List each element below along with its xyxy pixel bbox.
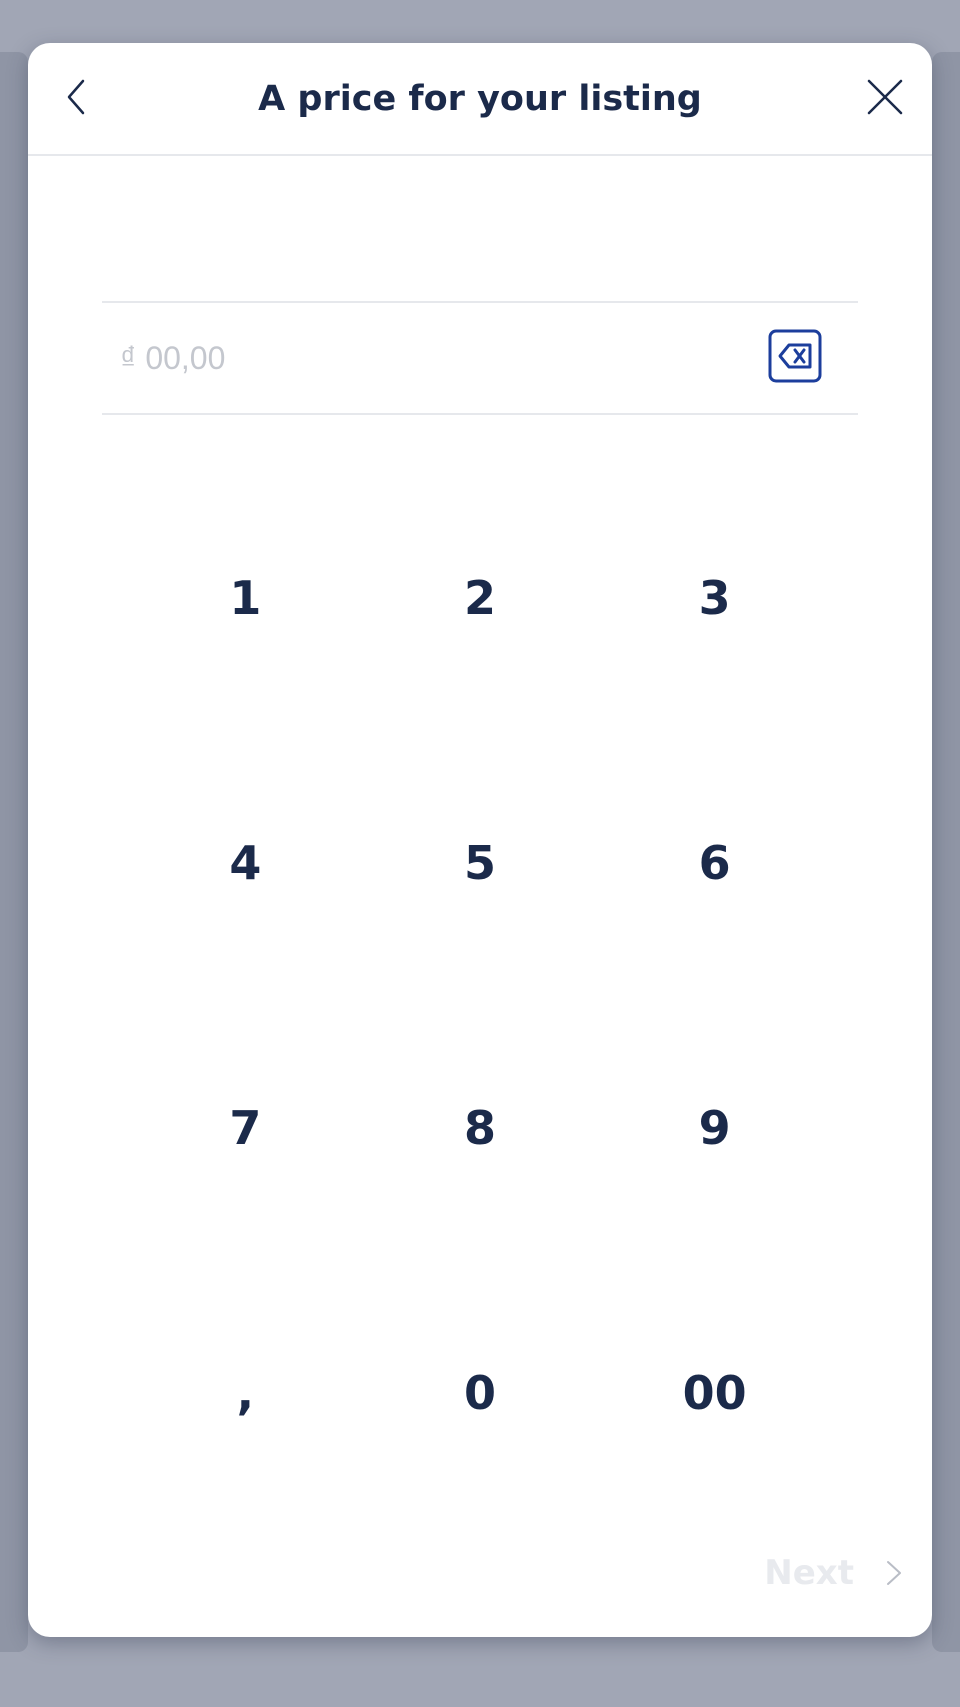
key-5[interactable]: 5 bbox=[363, 730, 598, 995]
key-9[interactable]: 9 bbox=[597, 995, 832, 1260]
close-button[interactable] bbox=[858, 70, 912, 124]
next-button[interactable]: Next bbox=[764, 1543, 904, 1603]
key-6[interactable]: 6 bbox=[597, 730, 832, 995]
key-8[interactable]: 8 bbox=[363, 995, 598, 1260]
key-2[interactable]: 2 bbox=[363, 465, 598, 730]
key-comma[interactable]: , bbox=[128, 1260, 363, 1525]
price-placeholder: ₫ 00,00 bbox=[120, 303, 225, 413]
key-00[interactable]: 00 bbox=[597, 1260, 832, 1525]
keypad: 1 2 3 4 5 6 7 8 9 , 0 00 bbox=[128, 465, 832, 1525]
modal-header: A price for your listing bbox=[28, 43, 932, 156]
chevron-left-icon bbox=[67, 79, 85, 115]
key-4[interactable]: 4 bbox=[128, 730, 363, 995]
backdrop-left bbox=[0, 52, 28, 1652]
key-7[interactable]: 7 bbox=[128, 995, 363, 1260]
price-input[interactable]: ₫ 00,00 bbox=[102, 301, 858, 415]
chevron-right-icon bbox=[884, 1558, 904, 1588]
backspace-icon bbox=[768, 329, 822, 383]
key-0[interactable]: 0 bbox=[363, 1260, 598, 1525]
backdrop-right bbox=[932, 52, 960, 1652]
key-3[interactable]: 3 bbox=[597, 465, 832, 730]
price-modal: A price for your listing ₫ 00,00 1 2 3 4… bbox=[28, 43, 932, 1637]
price-placeholder-value: 00,00 bbox=[145, 340, 226, 376]
back-button[interactable] bbox=[50, 71, 102, 123]
currency-symbol: ₫ bbox=[120, 340, 137, 376]
key-1[interactable]: 1 bbox=[128, 465, 363, 730]
page-title: A price for your listing bbox=[258, 79, 702, 119]
close-icon bbox=[867, 79, 903, 115]
next-label: Next bbox=[764, 1553, 854, 1593]
backspace-button[interactable] bbox=[768, 329, 822, 383]
